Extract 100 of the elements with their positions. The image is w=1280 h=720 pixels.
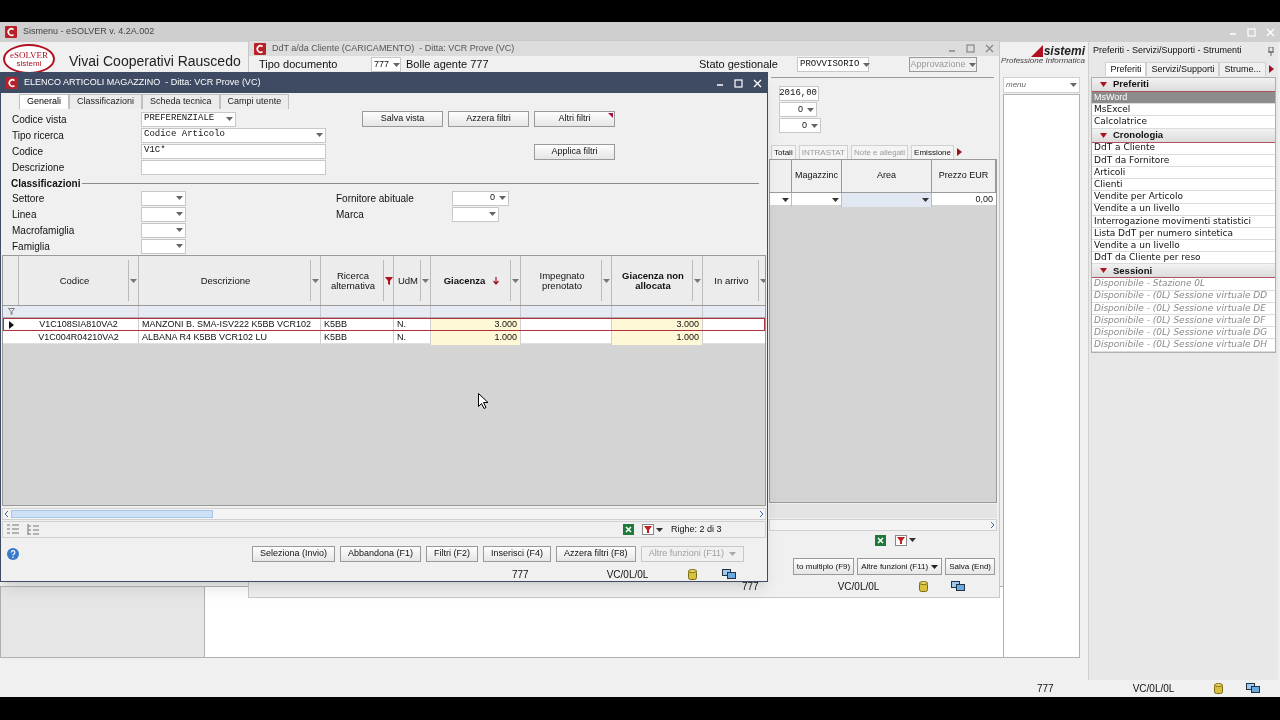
- caret-icon: [922, 197, 929, 202]
- table-cell: K5BB: [321, 331, 394, 345]
- tab[interactable]: Emissione: [911, 145, 954, 159]
- tab[interactable]: Classificazioni: [69, 94, 143, 109]
- action-button[interactable]: Azzera filtri (F8): [556, 546, 636, 562]
- tab[interactable]: Preferiti: [1105, 62, 1147, 76]
- list-item[interactable]: Disponibile - (0L) Sessione virtuale DF: [1092, 315, 1275, 328]
- dropdown-field[interactable]: [141, 222, 186, 238]
- dropdown-button[interactable]: Altre funzioni (F11): [857, 558, 943, 575]
- scroll-right-icon[interactable]: [1269, 65, 1274, 73]
- field-label: Tipo ricerca: [12, 128, 65, 143]
- spreadsheet-icon[interactable]: [875, 534, 886, 546]
- list-item[interactable]: Disponibile - (0L) Sessione virtuale DG: [1092, 327, 1275, 340]
- list-item[interactable]: MsExcel: [1092, 104, 1275, 117]
- action-button[interactable]: Altri filtri: [534, 111, 615, 127]
- list-item[interactable]: Vendite a un livello: [1092, 240, 1275, 253]
- filter-menu-icon[interactable]: [642, 524, 663, 535]
- dropdown-field[interactable]: 0: [452, 190, 509, 206]
- table-row[interactable]: V1C108SIA810VA2 MANZONI B. SMA-ISV222 K5BB VCR102 K5BB N. 3.000 3.000: [3, 318, 765, 331]
- app-icon: [6, 77, 18, 89]
- tab[interactable]: Campi utente: [219, 94, 290, 109]
- section-header[interactable]: Preferiti: [1092, 78, 1275, 92]
- action-button[interactable]: Abbandona (F1): [340, 546, 422, 562]
- list-item[interactable]: Clienti: [1092, 179, 1275, 192]
- action-button[interactable]: Filtri (F2): [426, 546, 479, 562]
- number-field[interactable]: 2016,00: [779, 86, 819, 101]
- column-header[interactable]: Magazzinc: [792, 160, 842, 192]
- column-header[interactable]: In arrivo: [703, 256, 765, 305]
- dropdown-field[interactable]: [141, 190, 186, 206]
- horizontal-scrollbar[interactable]: [769, 519, 997, 531]
- action-button[interactable]: to multiplo (F9): [792, 558, 855, 575]
- list-item[interactable]: Calcolatrice: [1092, 116, 1275, 129]
- list-item[interactable]: Interrogazione movimenti statistici: [1092, 215, 1275, 228]
- list-item[interactable]: Lista DdT per numero sintetica: [1092, 227, 1275, 241]
- dropdown-field[interactable]: [452, 206, 499, 222]
- column-header[interactable]: Codice: [19, 256, 139, 305]
- horizontal-scrollbar[interactable]: [2, 508, 766, 520]
- app-icon: [254, 42, 266, 55]
- column-header[interactable]: Ricerca alternativa: [321, 256, 394, 305]
- tab[interactable]: Generali: [19, 94, 70, 109]
- dropdown-field[interactable]: [141, 206, 186, 222]
- status-text: 777: [1037, 682, 1054, 696]
- status-text: VC/0L/0L: [837, 579, 880, 594]
- dropdown-field[interactable]: [141, 238, 186, 254]
- filter-icon[interactable]: [384, 276, 393, 285]
- column-header[interactable]: Prezzo EUR: [932, 160, 996, 192]
- caret-icon: [729, 552, 736, 556]
- tab[interactable]: Scheda tecnica: [142, 94, 220, 109]
- caret-icon: [760, 278, 765, 283]
- filter-menu-icon[interactable]: [895, 534, 916, 546]
- list-item[interactable]: Disponibile - (0L) Sessione virtuale DH: [1092, 339, 1275, 352]
- spreadsheet-icon[interactable]: [623, 524, 634, 535]
- input-field[interactable]: [141, 159, 326, 175]
- table-row[interactable]: V1C004R04210VA2 ALBANA R4 K5BB VCR102 LU K5BB N. 1.000 1.000: [3, 331, 765, 344]
- caret-icon: [603, 278, 610, 283]
- detail-view-icon[interactable]: [7, 524, 19, 535]
- dropdown-field[interactable]: 777: [371, 57, 401, 72]
- dropdown-field[interactable]: PROVVISORIO: [797, 57, 869, 72]
- column-header[interactable]: Giacenza: [431, 256, 521, 305]
- tab[interactable]: Totali: [771, 145, 796, 159]
- list-item[interactable]: DdT da Fornitore: [1092, 154, 1275, 167]
- list-item[interactable]: DdT a Cliente: [1092, 142, 1275, 155]
- input-field[interactable]: V1C*: [141, 143, 326, 159]
- list-item[interactable]: Vendite a un livello: [1092, 203, 1275, 216]
- action-button[interactable]: Salva (End): [945, 558, 995, 575]
- caret-icon: [176, 244, 183, 248]
- dropdown-field[interactable]: 0: [779, 102, 817, 117]
- scroll-right-icon[interactable]: [988, 521, 996, 529]
- action-button[interactable]: Salva vista: [362, 111, 443, 127]
- column-header[interactable]: UdM: [394, 256, 431, 305]
- column-header[interactable]: Area: [842, 160, 932, 192]
- document-type-name: Bolle agente 777: [406, 57, 490, 73]
- pin-icon[interactable]: [1268, 46, 1274, 56]
- scroll-left-icon[interactable]: [3, 510, 11, 518]
- tab[interactable]: Servizi/Supporti: [1146, 62, 1220, 76]
- scroll-right-icon[interactable]: [757, 510, 765, 518]
- caret-icon: [1100, 132, 1107, 138]
- help-icon[interactable]: [7, 548, 19, 560]
- action-button[interactable]: Inserisci (F4): [483, 546, 552, 562]
- action-button[interactable]: Seleziona (Invio): [252, 546, 336, 562]
- field-label: Tipo documento: [259, 57, 339, 73]
- dropdown-field[interactable]: Codice Articolo: [141, 127, 326, 143]
- caret-icon: [807, 107, 814, 112]
- list-item[interactable]: Articoli: [1092, 166, 1275, 180]
- section-header[interactable]: Sessioni: [1092, 264, 1275, 279]
- tab[interactable]: Strume...: [1219, 62, 1266, 76]
- column-header[interactable]: Impegnato prenotato: [521, 256, 612, 305]
- action-button[interactable]: Applica filtri: [534, 144, 615, 160]
- column-header[interactable]: Descrizione: [139, 256, 321, 305]
- dropdown-field[interactable]: menu: [1003, 77, 1080, 93]
- list-view-icon[interactable]: [27, 524, 39, 535]
- list-item[interactable]: Disponibile - (0L) Sessione virtuale DD: [1092, 290, 1275, 303]
- dropdown-field[interactable]: PREFERENZIALE: [141, 111, 236, 127]
- action-button[interactable]: Azzera filtri: [448, 111, 529, 127]
- list-item[interactable]: Disponibile - Stazione 0L: [1092, 278, 1275, 291]
- dropdown-field[interactable]: 0: [779, 118, 821, 133]
- column-header[interactable]: Giacenza non allocata: [612, 256, 703, 305]
- list-item[interactable]: Vendite per Articolo: [1092, 191, 1275, 204]
- list-item[interactable]: Disponibile - (0L) Sessione virtuale DE: [1092, 302, 1275, 315]
- scroll-right-icon[interactable]: [957, 148, 962, 156]
